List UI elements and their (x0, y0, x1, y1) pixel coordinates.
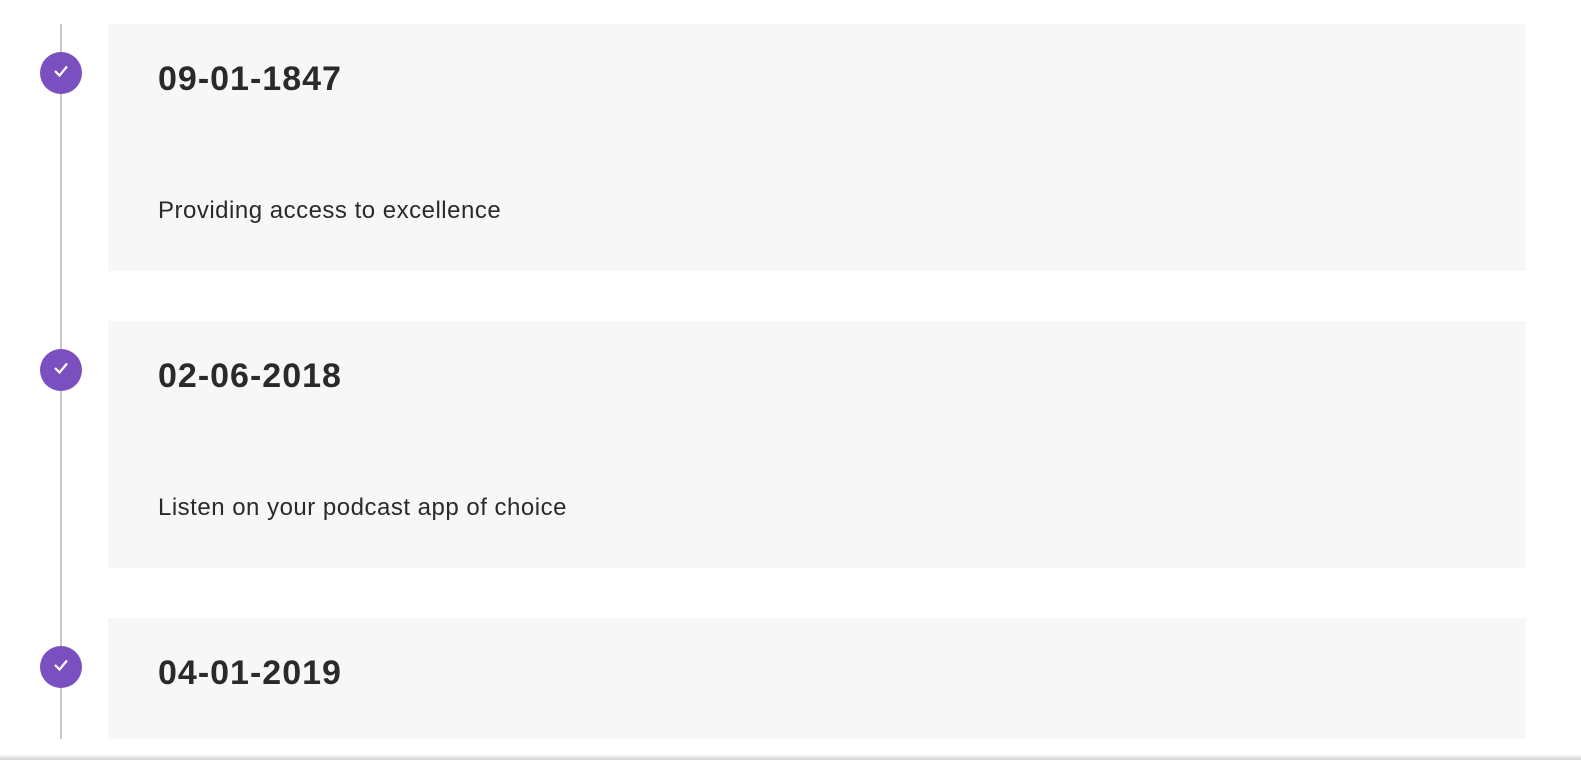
timeline-container: 09-01-1847 Providing access to excellenc… (0, 0, 1581, 739)
timeline-item: 04-01-2019 (40, 618, 1581, 739)
timeline-marker (40, 349, 82, 391)
timeline-description: Listen on your podcast app of choice (158, 494, 1476, 522)
timeline-date: 09-01-1847 (158, 60, 1476, 99)
timeline-item: 09-01-1847 Providing access to excellenc… (40, 24, 1581, 271)
timeline-marker (40, 646, 82, 688)
timeline-card: 04-01-2019 (108, 618, 1526, 739)
timeline-card: 02-06-2018 Listen on your podcast app of… (108, 321, 1526, 568)
check-icon (52, 359, 70, 382)
timeline-item: 02-06-2018 Listen on your podcast app of… (40, 321, 1581, 568)
check-icon (52, 62, 70, 85)
timeline-date: 02-06-2018 (158, 357, 1476, 396)
timeline-marker (40, 52, 82, 94)
timeline-date: 04-01-2019 (158, 654, 1476, 693)
timeline-card: 09-01-1847 Providing access to excellenc… (108, 24, 1526, 271)
timeline-description: Providing access to excellence (158, 197, 1476, 225)
check-icon (52, 656, 70, 679)
bottom-shadow (0, 754, 1581, 760)
